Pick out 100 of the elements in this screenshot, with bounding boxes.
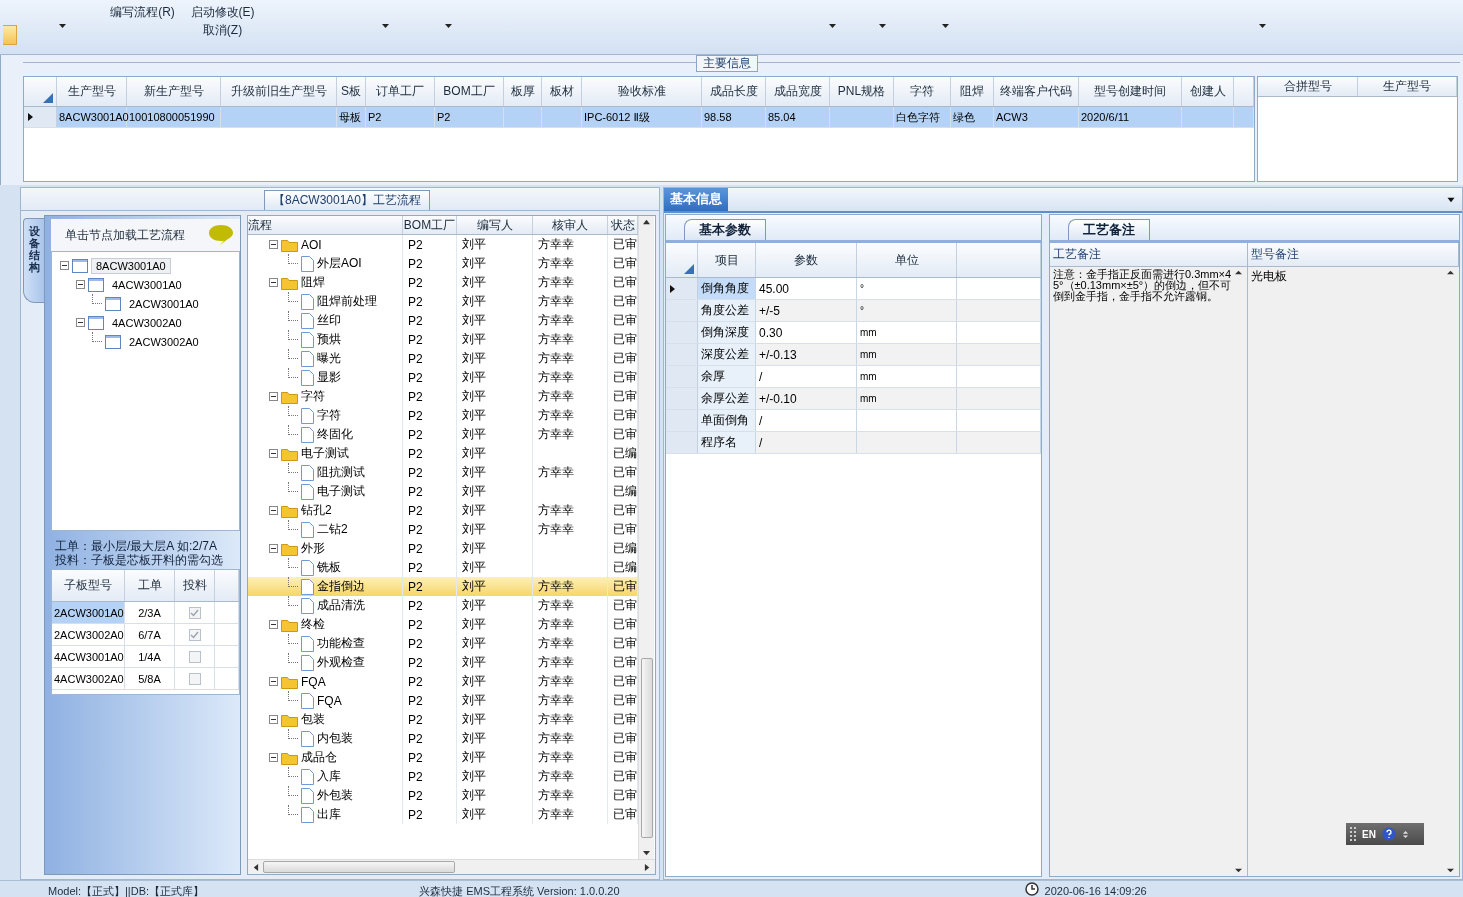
flow-row[interactable]: 包装 P2 刘平 方幸幸 已审 xyxy=(248,710,638,729)
flow-row[interactable]: 外层AOI P2 刘平 方幸幸 已审 xyxy=(248,254,638,273)
flow-row[interactable]: 电子测试 P2 刘平 已编 xyxy=(248,444,638,463)
collapse-icon[interactable] xyxy=(269,677,278,686)
collapse-icon[interactable] xyxy=(269,392,278,401)
flow-row[interactable]: 丝印 P2 刘平 方幸幸 已审 xyxy=(248,311,638,330)
collapse-icon[interactable] xyxy=(269,449,278,458)
collapse-icon[interactable] xyxy=(269,753,278,762)
column-header[interactable]: 板材 xyxy=(542,77,582,106)
flow-row[interactable]: 阻抗测试 P2 刘平 方幸幸 已审 xyxy=(248,463,638,482)
column-header[interactable]: 单位 xyxy=(857,243,957,277)
flow-row[interactable]: 功能检查 P2 刘平 方幸幸 已审 xyxy=(248,634,638,653)
table-row[interactable]: 余厚公差 +/-0.10 mm xyxy=(666,388,1041,410)
flow-row[interactable]: 成品仓 P2 刘平 方幸幸 已审 xyxy=(248,748,638,767)
column-header[interactable]: 合拼型号 xyxy=(1258,77,1358,96)
caret-icon[interactable] xyxy=(59,24,66,28)
dropdown-icon[interactable] xyxy=(1446,196,1456,203)
checkbox[interactable] xyxy=(188,628,201,641)
collapse-icon[interactable] xyxy=(269,620,278,629)
column-header[interactable]: S板 xyxy=(337,77,366,106)
flow-row[interactable]: 字符 P2 刘平 方幸幸 已审 xyxy=(248,387,638,406)
collapse-icon[interactable] xyxy=(269,506,278,515)
tree-node[interactable]: 8ACW3001A0 xyxy=(91,257,171,274)
scrollbar-thumb[interactable] xyxy=(263,861,455,873)
scroll-arrow-icon[interactable] xyxy=(1447,867,1454,874)
options-icon[interactable] xyxy=(1401,830,1409,838)
flow-row[interactable]: 外包装 P2 刘平 方幸幸 已审 xyxy=(248,786,638,805)
caret-icon[interactable] xyxy=(444,24,452,28)
caret-icon[interactable] xyxy=(941,24,949,28)
flow-row[interactable]: 阻焊前处理 P2 刘平 方幸幸 已审 xyxy=(248,292,638,311)
scrollbar-thumb[interactable] xyxy=(640,657,653,838)
collapse-icon[interactable] xyxy=(269,240,278,249)
column-header[interactable]: 型号创建时间 xyxy=(1079,77,1182,106)
caret-icon[interactable] xyxy=(381,24,389,28)
caret-icon[interactable] xyxy=(878,24,886,28)
table-row[interactable]: 倒角深度 0.30 mm xyxy=(666,322,1041,344)
toolbar-button[interactable]: 取消(Z) xyxy=(199,21,246,39)
column-header[interactable]: 生产型号 xyxy=(57,77,127,106)
table-row[interactable]: 角度公差 +/-5 ° xyxy=(666,300,1041,322)
flow-row[interactable]: FQA P2 刘平 方幸幸 已审 xyxy=(248,672,638,691)
column-header[interactable]: 字符 xyxy=(894,77,951,106)
column-header[interactable]: 板厚 xyxy=(504,77,542,106)
flow-row[interactable]: 预烘 P2 刘平 方幸幸 已审 xyxy=(248,330,638,349)
table-row[interactable]: 倒角角度 45.00 ° xyxy=(666,278,1041,300)
table-row[interactable]: 单面倒角 / xyxy=(666,410,1041,432)
side-tab[interactable]: 设备结构 xyxy=(23,218,44,303)
table-row[interactable]: 程序名 / xyxy=(666,432,1041,454)
tree-node[interactable]: 2ACW3001A0 xyxy=(124,295,204,312)
flow-row[interactable]: 终固化 P2 刘平 方幸幸 已审 xyxy=(248,425,638,444)
column-header[interactable]: 终端客户代码 xyxy=(994,77,1079,106)
table-cell[interactable]: 4ACW3001A0 xyxy=(52,646,125,667)
column-header[interactable]: 订单工厂 xyxy=(366,77,435,106)
column-header[interactable]: 子板型号 xyxy=(52,570,125,601)
collapse-icon[interactable] xyxy=(269,278,278,287)
flow-row[interactable]: 外观检查 P2 刘平 方幸幸 已审 xyxy=(248,653,638,672)
checkbox[interactable] xyxy=(188,606,201,619)
column-header[interactable]: 成品宽度 xyxy=(766,77,830,106)
flow-row[interactable]: 二钻2 P2 刘平 方幸幸 已审 xyxy=(248,520,638,539)
flow-row[interactable]: 字符 P2 刘平 方幸幸 已审 xyxy=(248,406,638,425)
flow-row[interactable]: 内包装 P2 刘平 方幸幸 已审 xyxy=(248,729,638,748)
table-cell[interactable]: 2ACW3001A0 xyxy=(52,602,125,623)
flow-row[interactable]: 金指倒边 P2 刘平 方幸幸 已审 xyxy=(248,577,638,596)
column-header[interactable]: 编写人 xyxy=(457,216,533,234)
toolbar-button[interactable]: 启动修改(E) xyxy=(187,3,258,21)
column-header[interactable]: 项目 xyxy=(698,243,756,277)
tree-node[interactable]: 2ACW3002A0 xyxy=(124,333,204,350)
column-header[interactable]: 生产型号 xyxy=(1358,77,1457,96)
column-header[interactable]: 升级前旧生产型号 xyxy=(221,77,337,106)
flow-row[interactable]: 终检 P2 刘平 方幸幸 已审 xyxy=(248,615,638,634)
column-header[interactable]: 成品长度 xyxy=(702,77,766,106)
flow-row[interactable]: 显影 P2 刘平 方幸幸 已审 xyxy=(248,368,638,387)
flow-row[interactable]: 成品清洗 P2 刘平 方幸幸 已审 xyxy=(248,596,638,615)
flow-row[interactable]: AOI P2 刘平 方幸幸 已审 xyxy=(248,235,638,254)
checkbox[interactable] xyxy=(188,650,201,663)
column-header[interactable]: BOM工厂 xyxy=(435,77,504,106)
table-row[interactable]: 8ACW3001A010010800051990 母板 P2 P2 IPC-6012 Ⅱ级 98.58 85.04 白色字符 绿色 ACW3 2020/6/11 xyxy=(24,107,1254,128)
column-header[interactable]: 创建人 xyxy=(1182,77,1234,106)
panel-tab[interactable]: 基本信息 xyxy=(664,188,728,211)
caret-icon[interactable] xyxy=(1258,24,1266,28)
collapse-icon[interactable] xyxy=(60,261,69,270)
collapse-icon[interactable] xyxy=(269,715,278,724)
table-cell[interactable]: 2ACW3002A0 xyxy=(52,624,125,645)
help-icon[interactable] xyxy=(1381,827,1396,841)
table-cell[interactable]: 4ACW3002A0 xyxy=(52,668,125,689)
column-header[interactable]: PNL规格 xyxy=(830,77,894,106)
flow-row[interactable]: 钻孔2 P2 刘平 方幸幸 已审 xyxy=(248,501,638,520)
flow-row[interactable]: 出库 P2 刘平 方幸幸 已审 xyxy=(248,805,638,824)
panel-tab[interactable]: 【8ACW3001A0】工艺流程 xyxy=(264,190,431,210)
scroll-arrow-icon[interactable] xyxy=(1235,269,1242,276)
table-row[interactable]: 深度公差 +/-0.13 mm xyxy=(666,344,1041,366)
column-header[interactable]: 验收标准 xyxy=(582,77,702,106)
table-row[interactable]: 余厚 / mm xyxy=(666,366,1041,388)
scroll-arrow-icon[interactable] xyxy=(1447,269,1454,276)
panel-tab[interactable]: 工艺备注 xyxy=(1068,219,1150,240)
flow-row[interactable]: 外形 P2 刘平 已编 xyxy=(248,539,638,558)
flow-row[interactable]: 曝光 P2 刘平 方幸幸 已审 xyxy=(248,349,638,368)
panel-tab[interactable]: 基本参数 xyxy=(684,219,766,240)
toolbar-button[interactable]: 编写流程(R) xyxy=(107,3,178,21)
tree-node[interactable]: 4ACW3001A0 xyxy=(107,276,187,293)
flow-row[interactable]: 入库 P2 刘平 方幸幸 已审 xyxy=(248,767,638,786)
